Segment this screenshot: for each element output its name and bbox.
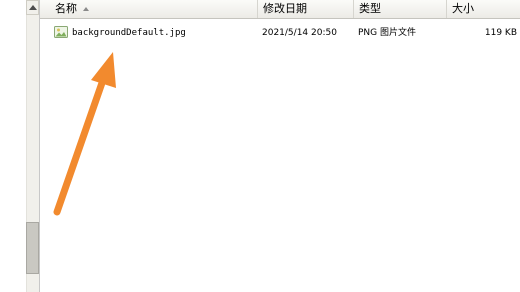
column-header-name[interactable]: 名称	[50, 0, 258, 18]
scrollbar-thumb[interactable]	[26, 222, 39, 274]
file-explorer-window: 名称 修改日期 类型 大小 backgroundDefault.jpg 2021…	[0, 0, 520, 292]
column-header-size[interactable]: 大小	[447, 0, 520, 18]
scroll-up-arrow-icon	[29, 5, 37, 10]
file-size: 119 KB	[484, 28, 517, 38]
column-header-date[interactable]: 修改日期	[258, 0, 354, 18]
sort-ascending-icon	[83, 7, 89, 11]
column-header-name-label: 名称	[55, 2, 77, 15]
column-header-date-label: 修改日期	[263, 2, 307, 15]
image-file-icon	[54, 26, 68, 38]
file-row[interactable]: backgroundDefault.jpg 2021/5/14 20:50 PN…	[40, 24, 520, 42]
file-name[interactable]: backgroundDefault.jpg	[72, 24, 186, 42]
annotation-arrow	[53, 52, 116, 216]
file-type: PNG 图片文件	[358, 28, 416, 38]
column-header-bar: 名称 修改日期 类型 大小	[40, 0, 520, 19]
pane-divider[interactable]	[39, 0, 40, 292]
column-header-size-label: 大小	[452, 2, 474, 15]
scroll-up-button[interactable]	[26, 0, 39, 15]
file-modified-date: 2021/5/14 20:50	[262, 28, 337, 38]
column-header-type[interactable]: 类型	[354, 0, 447, 18]
column-header-type-label: 类型	[359, 2, 381, 15]
